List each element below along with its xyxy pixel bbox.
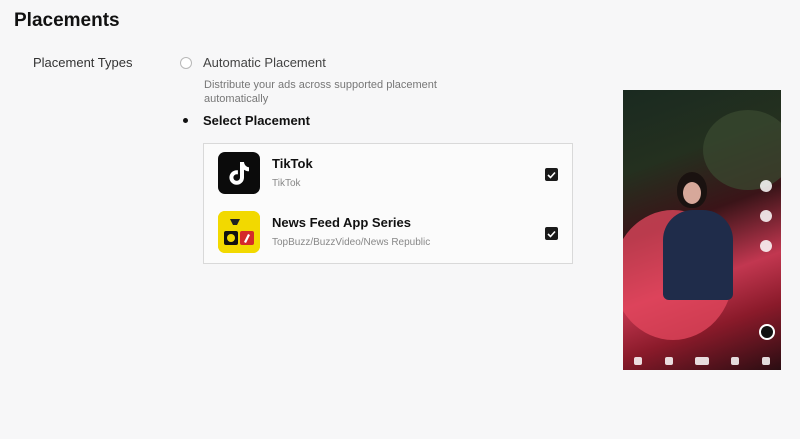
placement-name: News Feed App Series (272, 215, 411, 230)
automatic-placement-description: Distribute your ads across supported pla… (204, 79, 437, 105)
news-feed-app-icon (218, 211, 260, 253)
placement-types-label: Placement Types (33, 55, 133, 70)
create-icon (694, 357, 709, 365)
news-feed-checkbox[interactable] (545, 227, 558, 240)
tiktok-logo-icon (218, 152, 260, 194)
radio-label: Automatic Placement (203, 55, 326, 70)
preview-bottom-bar (623, 352, 781, 370)
placement-item-news-feed[interactable]: News Feed App Series TopBuzz/BuzzVideo/N… (218, 211, 558, 255)
placement-item-tiktok[interactable]: TikTok TikTok (218, 152, 558, 196)
radio-button-selected[interactable] (180, 115, 192, 127)
comment-icon (760, 240, 772, 252)
music-disc-icon (759, 324, 775, 340)
preview-person-body (663, 210, 733, 300)
inbox-icon (731, 357, 740, 365)
tiktok-checkbox[interactable] (545, 168, 558, 181)
preview-side-icons (757, 180, 775, 270)
page-title: Placements (14, 10, 120, 31)
placement-sub: TikTok (272, 178, 301, 189)
radio-automatic-placement[interactable]: Automatic Placement (180, 55, 326, 70)
placement-name: TikTok (272, 156, 313, 171)
radio-label: Select Placement (203, 113, 310, 128)
profile-icon (761, 357, 770, 365)
heart-icon (760, 210, 772, 222)
home-icon (634, 357, 643, 365)
preview-person-face (683, 182, 701, 204)
preview-background-shape (703, 110, 781, 190)
placement-preview-phone (623, 90, 781, 370)
discover-icon (664, 357, 673, 365)
avatar-icon (760, 180, 772, 192)
placement-sub: TopBuzz/BuzzVideo/News Republic (272, 237, 431, 248)
radio-button[interactable] (180, 56, 192, 69)
placement-list: TikTok TikTok News Feed App Series TopBu… (203, 143, 573, 264)
radio-select-placement[interactable]: Select Placement (180, 113, 310, 128)
